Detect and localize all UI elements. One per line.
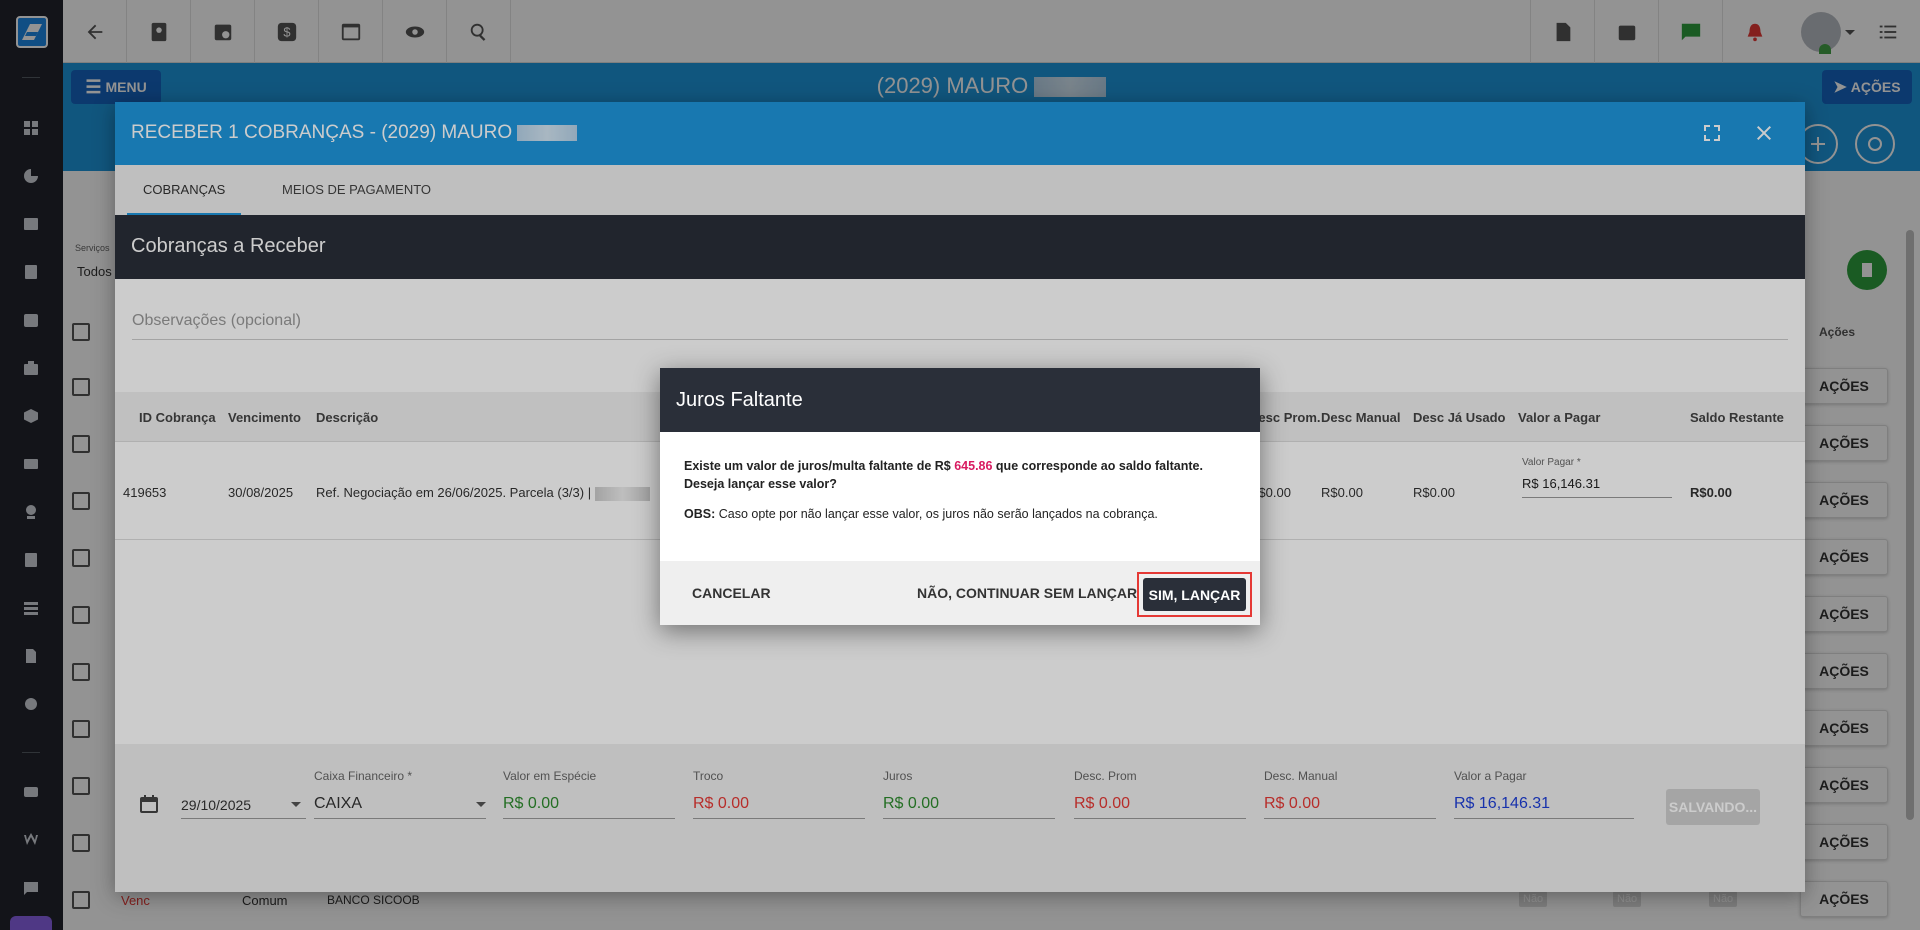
cancel-button[interactable]: CANCELAR (684, 578, 779, 608)
highlight-box: SIM, LANÇAR (1137, 572, 1252, 617)
confirm-message: Existe um valor de juros/multa faltante … (684, 459, 1203, 491)
missing-amount: 645.86 (954, 459, 993, 473)
missing-interest-dialog: Juros Faltante Existe um valor de juros/… (660, 368, 1260, 625)
confirm-title: Juros Faltante (660, 368, 1260, 432)
confirm-actions: CANCELAR NÃO, CONTINUAR SEM LANÇAR SIM, … (660, 561, 1260, 625)
confirm-launch-button[interactable]: SIM, LANÇAR (1143, 578, 1246, 611)
continue-without-button[interactable]: NÃO, CONTINUAR SEM LANÇAR (909, 578, 1145, 608)
confirm-obs: OBS: Caso opte por não lançar esse valor… (684, 507, 1158, 521)
